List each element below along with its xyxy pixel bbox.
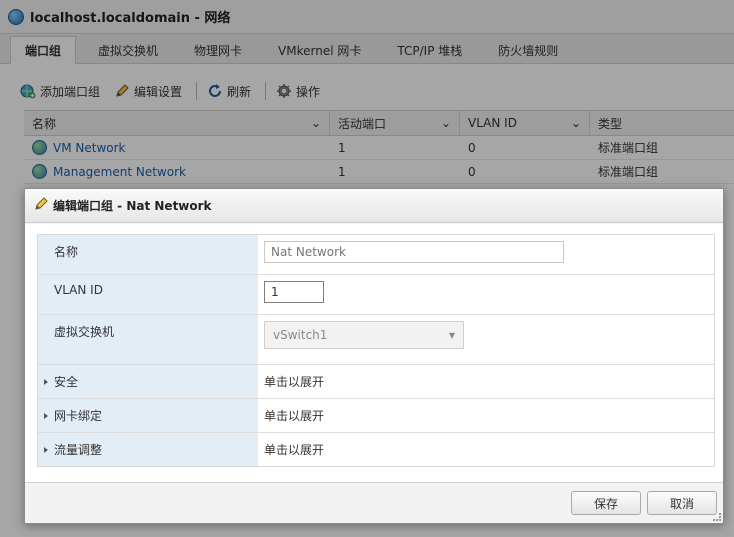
section-hint: 单击以展开 (264, 409, 325, 423)
vswitch-select[interactable]: vSwitch1 ▾ (264, 321, 464, 349)
form-row-vlan: VLAN ID (38, 275, 714, 315)
expand-arrow-icon (44, 378, 48, 385)
pencil-icon (33, 196, 49, 215)
dialog-title: 编辑端口组 - Nat Network (53, 199, 212, 213)
dialog-body: 名称 VLAN ID 虚拟交换机 vSwitch1 ▾ (25, 224, 723, 482)
vswitch-selected-value: vSwitch1 (273, 328, 328, 342)
form-row-vswitch: 虚拟交换机 vSwitch1 ▾ (38, 315, 714, 365)
vswitch-label: 虚拟交换机 (38, 315, 258, 364)
section-label: 流量调整 (54, 443, 103, 457)
section-nic-teaming[interactable]: 网卡绑定 单击以展开 (38, 399, 714, 433)
dialog-footer: 保存 取消 (25, 482, 723, 523)
settings-form: 名称 VLAN ID 虚拟交换机 vSwitch1 ▾ (37, 234, 715, 467)
section-hint: 单击以展开 (264, 443, 325, 457)
dialog-header: 编辑端口组 - Nat Network (25, 189, 723, 223)
section-label: 安全 (54, 375, 79, 389)
save-button[interactable]: 保存 (571, 491, 641, 515)
section-traffic-shaping[interactable]: 流量调整 单击以展开 (38, 433, 714, 466)
section-label: 网卡绑定 (54, 409, 103, 423)
expand-arrow-icon (44, 412, 48, 419)
edit-port-group-dialog: 编辑端口组 - Nat Network 名称 VLAN ID 虚拟交换机 vS (24, 188, 724, 524)
cancel-button[interactable]: 取消 (647, 491, 717, 515)
section-hint: 单击以展开 (264, 375, 325, 389)
resize-grip-icon[interactable] (713, 513, 721, 521)
vlan-id-field[interactable] (264, 281, 324, 303)
dropdown-arrow-icon: ▾ (448, 328, 455, 342)
name-field[interactable] (264, 241, 564, 263)
section-security[interactable]: 安全 单击以展开 (38, 365, 714, 399)
form-row-name: 名称 (38, 235, 714, 275)
vlan-id-label: VLAN ID (38, 275, 258, 314)
expand-arrow-icon (44, 446, 48, 453)
name-label: 名称 (38, 235, 258, 274)
